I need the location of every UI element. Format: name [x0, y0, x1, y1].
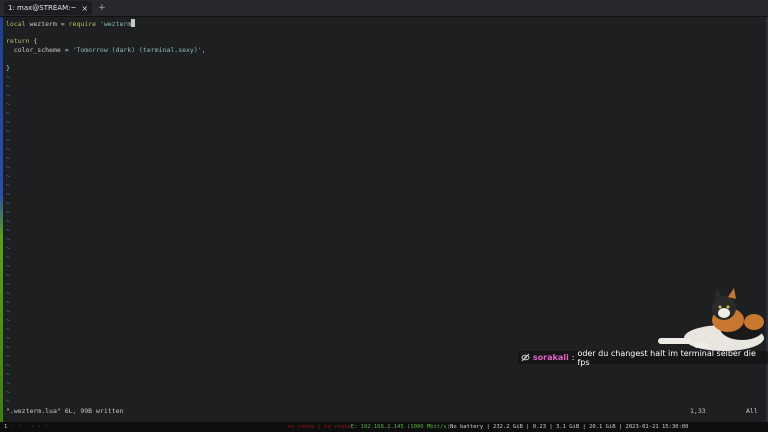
status-bar: 1 · · · · · · no route | no route E: 192… [0, 422, 768, 432]
empty-line-tilde: ~ [6, 145, 10, 153]
code-token: local [6, 20, 30, 28]
code-token: wezterm = [29, 20, 69, 28]
chat-separator: : [571, 353, 575, 362]
workspace-dots: · · · · · · [11, 424, 48, 430]
code-line: return { [6, 37, 37, 46]
code-line: color_scheme = 'Tomorrow (dark) (termina… [6, 46, 206, 55]
code-token: { [29, 37, 38, 45]
empty-line-tilde: ~ [6, 118, 10, 126]
code-token: } [6, 64, 10, 72]
cat-overlay-image [658, 288, 764, 351]
empty-line-tilde: ~ [6, 298, 10, 306]
empty-line-tilde: ~ [6, 217, 10, 225]
empty-line-tilde: ~ [6, 289, 10, 297]
empty-line-tilde: ~ [6, 271, 10, 279]
empty-line-tilde: ~ [6, 82, 10, 90]
empty-line-tilde: ~ [6, 208, 10, 216]
empty-line-tilde: ~ [6, 136, 10, 144]
code-line: local wezterm = require 'wezterm [6, 19, 136, 28]
empty-line-tilde: ~ [6, 253, 10, 261]
empty-line-tilde: ~ [6, 226, 10, 234]
empty-line-tilde: ~ [6, 334, 10, 342]
empty-line-tilde: ~ [6, 397, 10, 405]
system-info: No battery | 232.2 GiB | 0.23 | 3.1 GiB … [450, 424, 689, 430]
code-token: require [68, 20, 100, 28]
empty-line-tilde: ~ [6, 370, 10, 378]
chat-text: oder du changest halt im terminal selber… [577, 348, 756, 367]
tab-bar: 1: max@STREAM:~ × + [0, 0, 768, 17]
code-token: 'wezterm [99, 20, 132, 28]
empty-line-tilde: ~ [6, 163, 10, 171]
muted-eye-icon [521, 353, 530, 362]
code-line: } [6, 64, 10, 73]
cursor-position: 1,33 [690, 407, 706, 415]
empty-line-tilde: ~ [6, 190, 10, 198]
empty-line-tilde: ~ [6, 388, 10, 396]
chat-username: sorakali [532, 353, 569, 362]
code-token: return [6, 37, 30, 45]
workspace-indicator[interactable]: 1 [0, 424, 7, 430]
empty-line-tilde: ~ [6, 352, 10, 360]
close-icon[interactable]: × [81, 4, 88, 13]
empty-line-tilde: ~ [6, 307, 10, 315]
tab-label: 1: max@STREAM:~ [8, 4, 77, 12]
empty-line-tilde: ~ [6, 172, 10, 180]
empty-line-tilde: ~ [6, 181, 10, 189]
code-token: 'Tomorrow (dark) (terminal.sexy)' [72, 46, 202, 54]
tab-terminal[interactable]: 1: max@STREAM:~ × [4, 1, 93, 15]
screen: 1: max@STREAM:~ × + local wezterm = requ… [0, 0, 768, 432]
code-token: , [201, 46, 206, 54]
empty-line-tilde: ~ [6, 280, 10, 288]
empty-line-tilde: ~ [6, 361, 10, 369]
empty-line-tilde: ~ [6, 127, 10, 135]
vim-command-line: ".wezterm.lua" 6L, 99B written [6, 407, 124, 415]
scroll-indicator: All [746, 407, 758, 415]
empty-line-tilde: ~ [6, 73, 10, 81]
ethernet-status: E: 192.168.2.145 (1000 Mbit/s) [350, 424, 451, 430]
empty-line-tilde: ~ [6, 379, 10, 387]
empty-line-tilde: ~ [6, 235, 10, 243]
code-token: color_scheme = [6, 46, 73, 54]
empty-line-tilde: ~ [6, 109, 10, 117]
chat-message: sorakali: oder du changest halt im termi… [518, 348, 768, 367]
empty-line-tilde: ~ [6, 325, 10, 333]
new-tab-button[interactable]: + [98, 3, 106, 13]
empty-line-tilde: ~ [6, 316, 10, 324]
empty-line-tilde: ~ [6, 244, 10, 252]
empty-line-tilde: ~ [6, 91, 10, 99]
text-cursor [131, 19, 136, 27]
empty-line-tilde: ~ [6, 199, 10, 207]
wireless-status: no route | no route [287, 424, 351, 430]
empty-line-tilde: ~ [6, 262, 10, 270]
empty-line-tilde: ~ [6, 100, 10, 108]
empty-line-tilde: ~ [6, 154, 10, 162]
empty-line-tilde: ~ [6, 343, 10, 351]
